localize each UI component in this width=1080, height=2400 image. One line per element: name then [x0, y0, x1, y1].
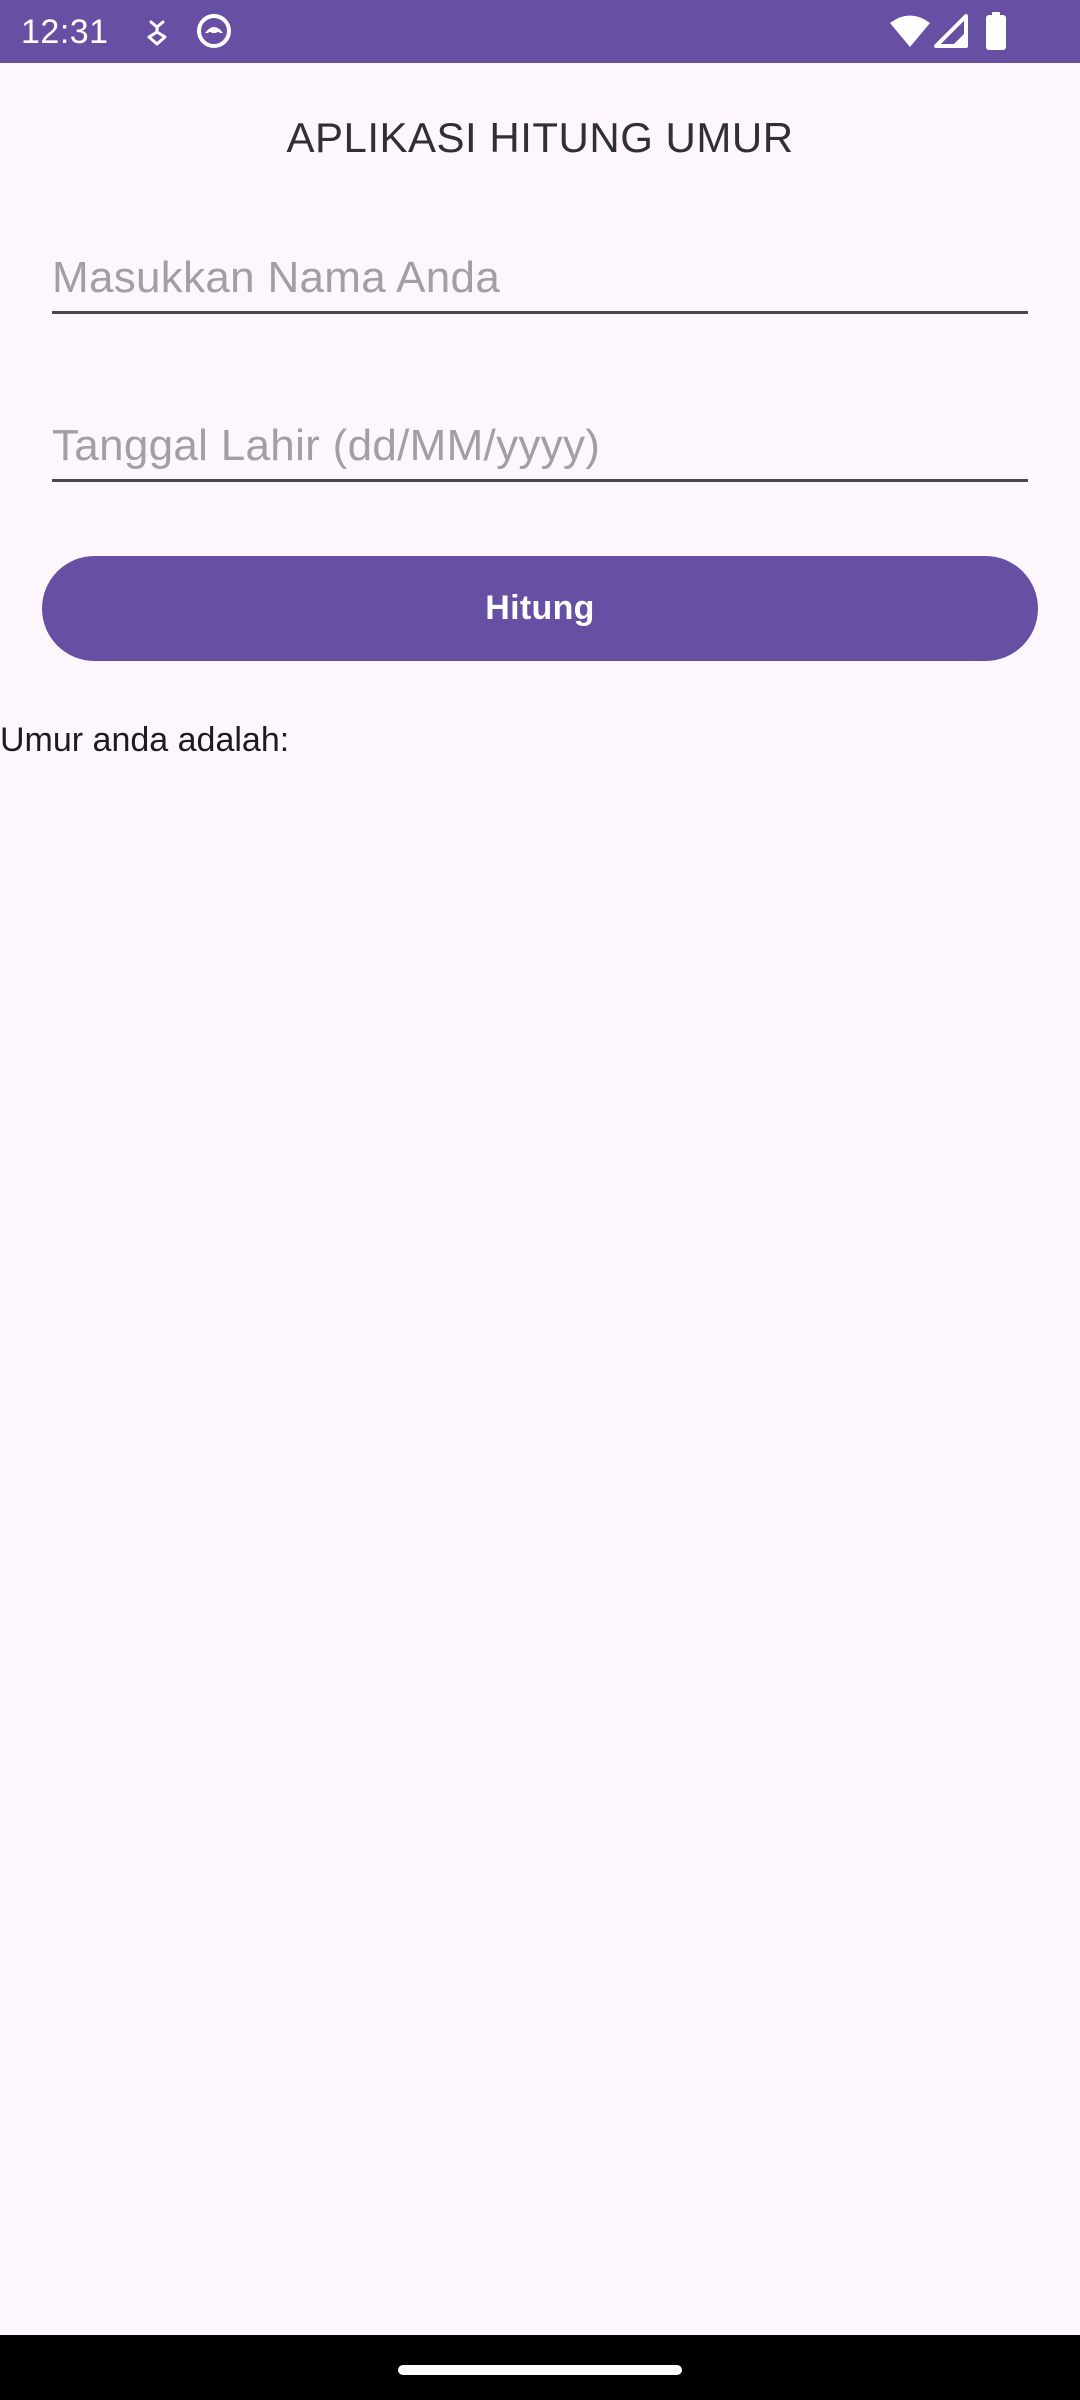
- status-time: 12:31: [21, 13, 109, 51]
- page-title: APLIKASI HITUNG UMUR: [286, 114, 794, 161]
- wifi-icon: [890, 15, 930, 47]
- android-robot-icon: [197, 14, 231, 48]
- home-gesture-handle[interactable]: [398, 2365, 682, 2375]
- age-result-label: Umur anda adalah:: [0, 721, 290, 759]
- usb-debug-icon: [147, 20, 167, 46]
- birthdate-input[interactable]: [52, 413, 1028, 479]
- battery-icon: [986, 12, 1006, 50]
- birthdate-field[interactable]: [52, 413, 1028, 482]
- calculate-button[interactable]: Hitung: [42, 556, 1038, 661]
- name-input[interactable]: [52, 245, 1028, 311]
- name-field[interactable]: [52, 245, 1028, 314]
- cellular-signal-icon: [934, 14, 968, 48]
- navigation-bar: [0, 2335, 1080, 2400]
- status-bar: 12:31: [0, 0, 1080, 63]
